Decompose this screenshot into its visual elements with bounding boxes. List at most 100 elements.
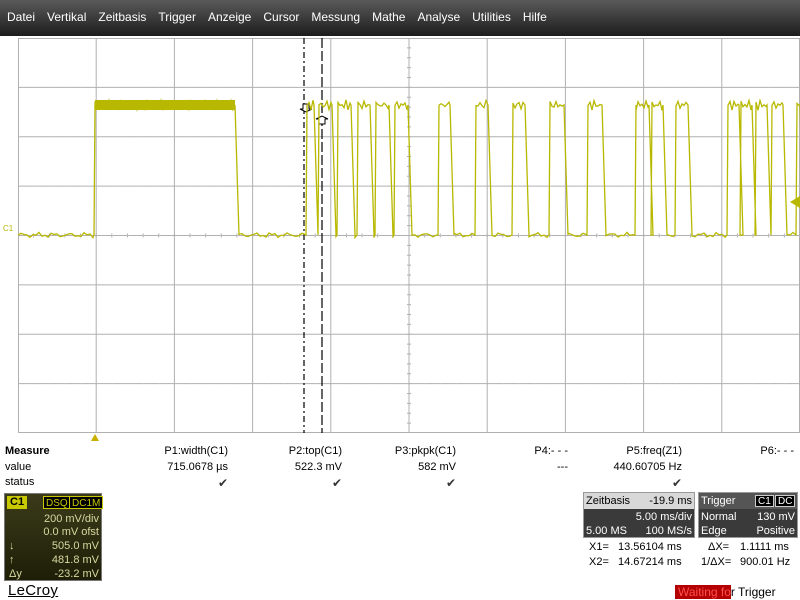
grid-dot [706,86,708,88]
menu-mathe[interactable]: Mathe [365,10,405,24]
grid-dot [80,86,82,88]
grid-dot [424,284,426,286]
grid-dot [236,86,238,88]
grid-dot [127,86,129,88]
grid-dot [768,235,770,236]
grid-dot [471,284,473,286]
menu-hilfe[interactable]: Hilfe [516,10,547,24]
grid-dot [221,284,223,286]
grid-dot [627,383,629,385]
grid-dot [768,333,770,335]
param-value-p4: --- [557,461,568,473]
grid-dot [346,383,348,385]
grid-dot [362,136,364,138]
grid-dot [674,86,676,88]
c1-vdiv: 200 mV/div [43,513,99,525]
grid-dot [737,185,739,187]
grid-dot [674,284,676,286]
grid-dot [268,284,270,286]
grid-dot [549,284,551,286]
menu-anzeige[interactable]: Anzeige [201,10,251,24]
grid-dot [706,383,708,385]
grid-dot [440,383,442,385]
grid-dot [205,333,207,335]
lecroy-logo: LeCroy [8,582,59,599]
param-name-p5[interactable]: P5:freq(Z1) [626,445,682,457]
param-name-p1[interactable]: P1:width(C1) [164,445,228,457]
grid-dot [518,333,520,335]
menu-bar: Datei Vertikal Zeitbasis Trigger Anzeige… [0,0,800,36]
menu-zeitbasis[interactable]: Zeitbasis [91,10,146,24]
grid-dot [424,235,426,236]
grid-dot [127,284,129,286]
scope-display[interactable] [18,38,800,433]
grid-dot [158,235,160,236]
timebase-delay: -19.9 ms [649,495,692,507]
menu-vertikal[interactable]: Vertikal [40,10,86,24]
grid-dot [549,86,551,88]
grid-dot [64,383,66,385]
grid-dot [612,185,614,187]
trigger-mode: Normal [701,511,737,523]
grid-dot [205,235,207,236]
grid-dot [362,333,364,335]
grid-dot [753,284,755,286]
timebase-rate: 100 MS/s [645,525,692,537]
menu-messung[interactable]: Messung [304,10,360,24]
c1-coupling-tag: DC1M [69,496,104,509]
grid-dot [627,284,629,286]
grid-dot [455,86,457,88]
grid-dot [49,136,51,138]
grid-dot [424,333,426,335]
grid-dot [471,383,473,385]
trigger-slope: Positive [756,525,795,537]
grid-dot [158,185,160,187]
grid-dot [502,284,504,286]
grid-dot [190,235,192,236]
grid-dot [283,284,285,286]
grid-dot [143,333,145,335]
grid-dot [581,86,583,88]
param-name-p3[interactable]: P3:pkpk(C1) [395,445,456,457]
grid-dot [690,333,692,335]
cursor-x2-arrow-icon[interactable] [315,115,329,125]
grid-dot [690,136,692,138]
grid-dot [690,383,692,385]
channel-marker-label: C1 [3,224,14,233]
grid-dot [534,333,536,335]
grid-dot [784,86,786,88]
grid-dot [64,185,66,187]
grid-dot [627,136,629,138]
grid-dot [236,333,238,335]
channel-c1-descriptor[interactable]: C1 DSQ DC1M 200 mV/div 0.0 mV ofst ↓ 505… [4,493,104,581]
grid-dot [753,333,755,335]
value-label: value [5,461,32,473]
menu-cursor[interactable]: Cursor [256,10,299,24]
pulse-noise-band [95,100,235,110]
grid-dot [80,185,82,187]
param-name-p4[interactable]: P4:- - - [534,445,568,457]
menu-datei[interactable]: Datei [0,10,35,24]
param-name-p2[interactable]: P2:top(C1) [289,445,342,457]
timebase-descriptor[interactable]: Zeitbasis -19.9 ms 5.00 ms/div 5.00 MS 1… [583,492,695,538]
grid-dot [315,333,317,335]
grid-dot [612,235,614,236]
trigger-descriptor[interactable]: Trigger C1 DC Normal 130 mV Edge Positiv… [698,492,798,538]
grid-dot [299,185,301,187]
grid-dot [627,235,629,236]
grid-dot [49,185,51,187]
grid-dot [236,235,238,236]
menu-utilities[interactable]: Utilities [465,10,511,24]
grid-dot [143,136,145,138]
grid-dot [424,383,426,385]
grid-dot [502,383,504,385]
grid-dot [549,235,551,236]
grid-dot [236,136,238,138]
menu-analyse[interactable]: Analyse [410,10,460,24]
grid-dot [111,284,113,286]
param-name-p6[interactable]: P6:- - - [760,445,794,457]
timebase-tdiv: 5.00 ms/div [635,511,692,523]
timebase-label: Zeitbasis [586,495,631,507]
menu-trigger[interactable]: Trigger [151,10,196,24]
grid-dot [612,383,614,385]
